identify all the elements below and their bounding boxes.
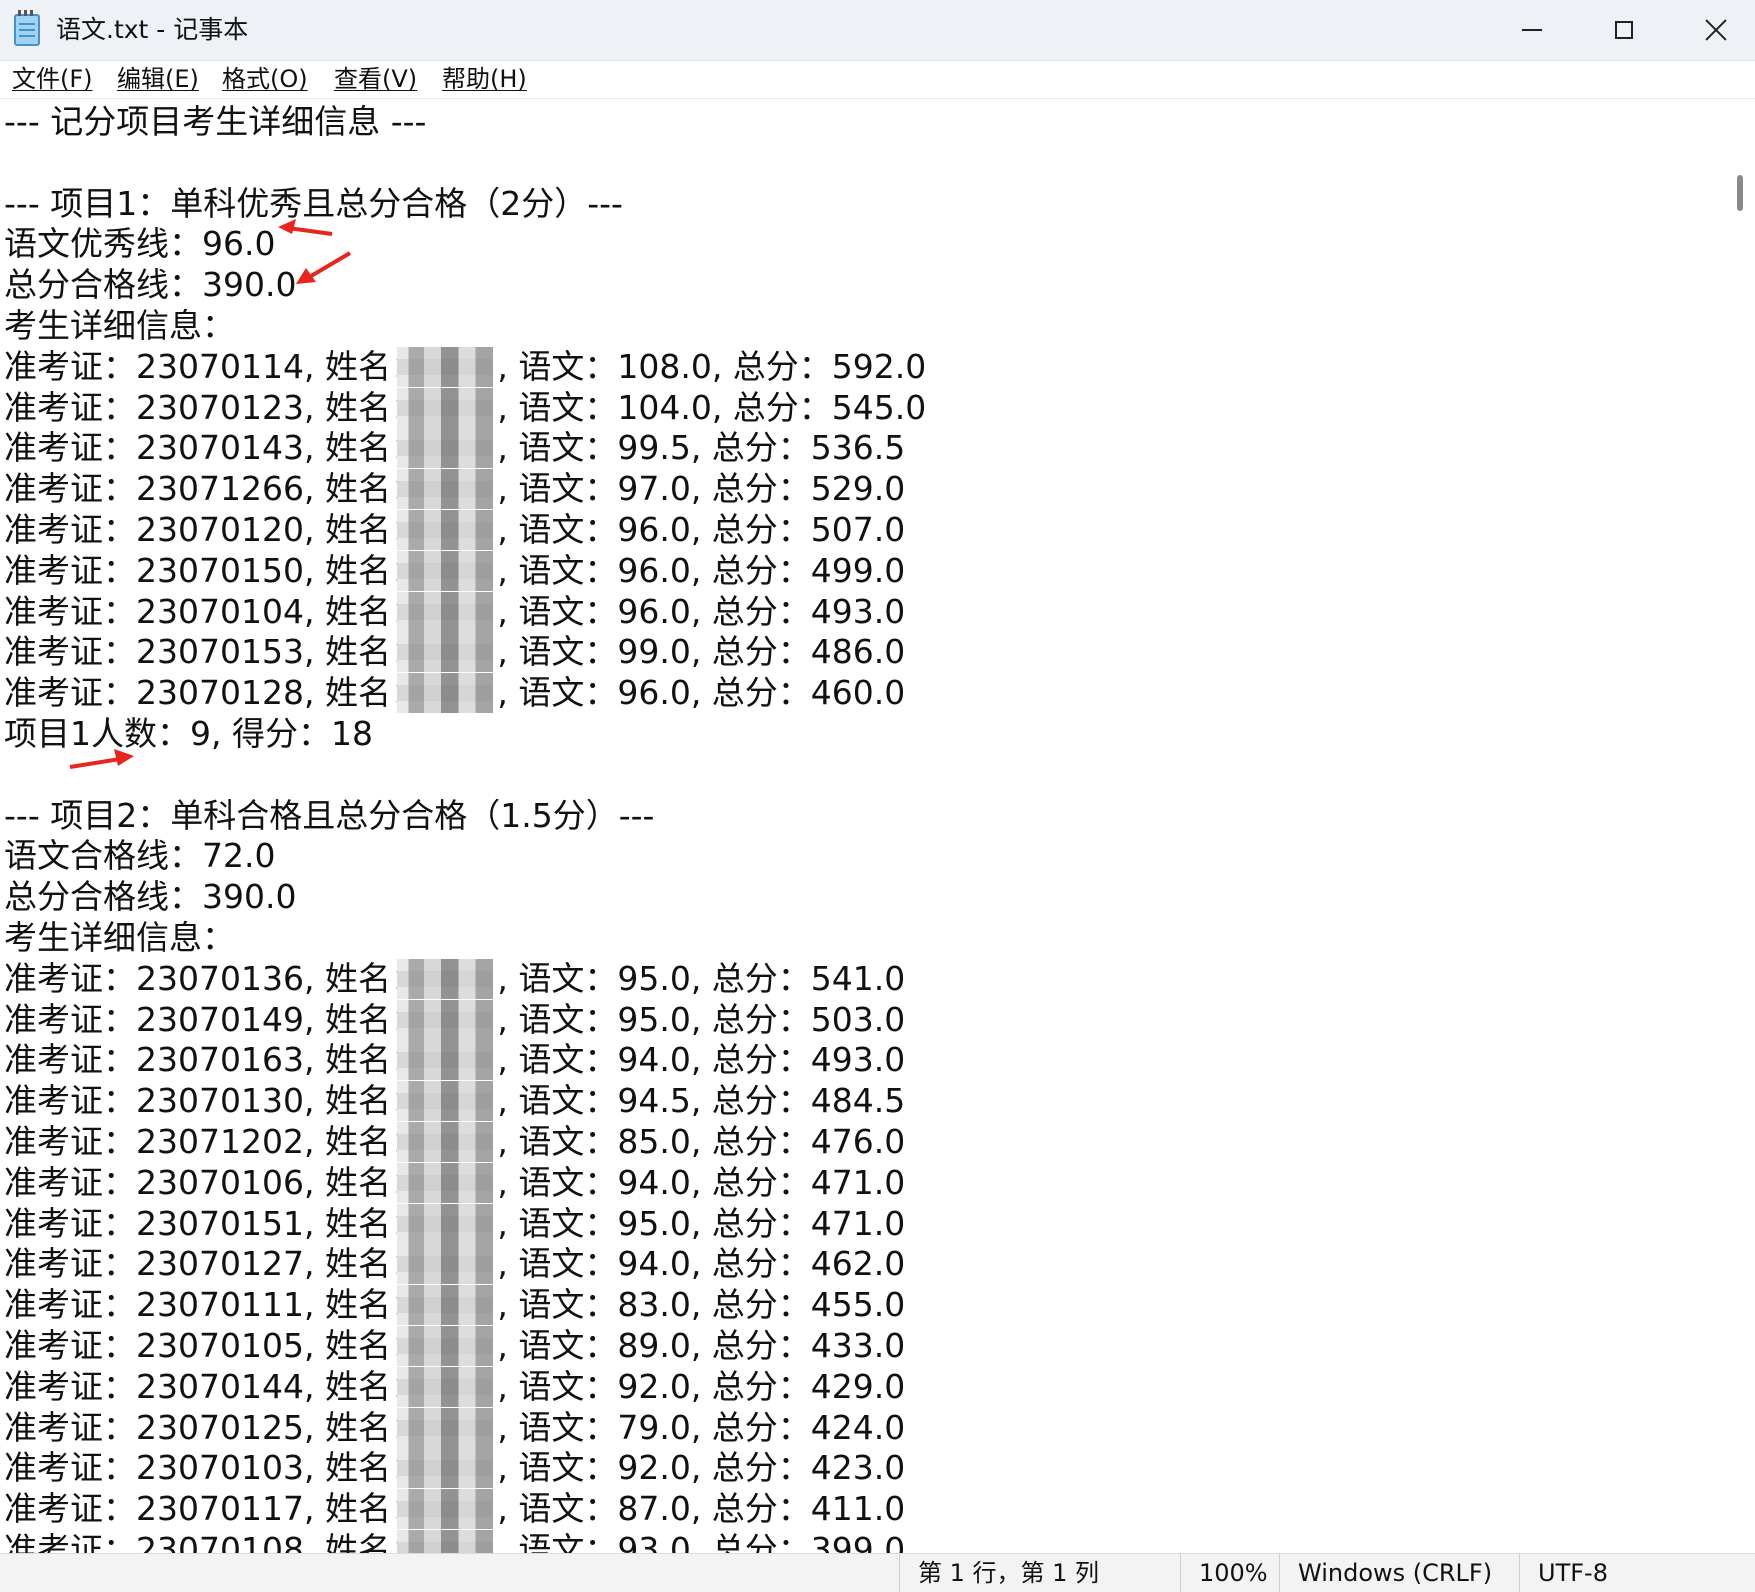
redacted-name	[397, 1489, 493, 1529]
redacted-name	[397, 1448, 493, 1488]
text-line: --- 项目2：单科合格且总分合格（1.5分）---	[4, 796, 655, 835]
line-ending: Windows (CRLF)	[1279, 1554, 1519, 1592]
text-editor[interactable]: --- 记分项目考生详细信息 --- --- 项目1：单科优秀且总分合格（2分）-…	[0, 99, 1726, 1553]
title-bar: 语文.txt - 记事本	[0, 0, 1755, 61]
redacted-name	[397, 1326, 493, 1366]
notepad-icon	[14, 10, 40, 46]
redacted-name	[397, 1285, 493, 1325]
text-line: 总分合格线：390.0	[4, 877, 297, 916]
menu-view[interactable]: 查看(V)	[334, 61, 417, 98]
text-line: 考生详细信息：	[4, 306, 235, 345]
scrollbar-thumb[interactable]	[1737, 175, 1743, 211]
redacted-name	[397, 388, 493, 428]
close-icon	[1704, 18, 1728, 42]
text-line: --- 记分项目考生详细信息 ---	[4, 102, 427, 141]
minimize-button[interactable]	[1486, 0, 1578, 60]
encoding: UTF-8	[1519, 1554, 1755, 1592]
close-button[interactable]	[1670, 0, 1755, 60]
text-line: 项目1人数：9, 得分：18	[4, 714, 373, 753]
redacted-name	[397, 469, 493, 509]
redacted-name	[397, 1163, 493, 1203]
text-line: 语文优秀线：96.0	[4, 224, 276, 263]
redacted-name	[397, 1530, 493, 1553]
menu-format[interactable]: 格式(O)	[222, 61, 308, 98]
redacted-name	[397, 959, 493, 999]
maximize-icon	[1615, 21, 1633, 39]
redacted-name	[397, 632, 493, 672]
text-line: 考生详细信息：	[4, 918, 235, 957]
cursor-position: 第 1 行，第 1 列	[899, 1554, 1180, 1592]
menu-help[interactable]: 帮助(H)	[442, 61, 527, 98]
redacted-name	[397, 1244, 493, 1284]
redacted-name	[397, 428, 493, 468]
menu-bar: 文件(F) 编辑(E) 格式(O) 查看(V) 帮助(H)	[0, 61, 1755, 99]
redacted-name	[397, 673, 493, 713]
redacted-name	[397, 592, 493, 632]
text-line: 语文合格线：72.0	[4, 836, 276, 875]
text-line: --- 项目1：单科优秀且总分合格（2分）---	[4, 184, 623, 223]
redacted-name	[397, 1040, 493, 1080]
status-bar: 第 1 行，第 1 列 100% Windows (CRLF) UTF-8	[0, 1553, 1755, 1592]
redacted-name	[397, 510, 493, 550]
red-arrow-icon	[296, 251, 352, 284]
zoom-level: 100%	[1180, 1554, 1279, 1592]
redacted-name	[397, 1081, 493, 1121]
text-line: 总分合格线：390.0	[4, 265, 297, 304]
menu-edit[interactable]: 编辑(E)	[117, 61, 199, 98]
menu-file[interactable]: 文件(F)	[12, 61, 93, 98]
window-title: 语文.txt - 记事本	[56, 15, 249, 44]
redacted-name	[397, 551, 493, 591]
redacted-name	[397, 1204, 493, 1244]
redacted-name	[397, 347, 493, 387]
redacted-name	[397, 1367, 493, 1407]
redacted-name	[397, 1000, 493, 1040]
maximize-button[interactable]	[1578, 0, 1670, 60]
redacted-name	[397, 1408, 493, 1448]
vertical-scrollbar[interactable]	[1726, 99, 1755, 1553]
minimize-icon	[1522, 29, 1542, 31]
redacted-name	[397, 1122, 493, 1162]
